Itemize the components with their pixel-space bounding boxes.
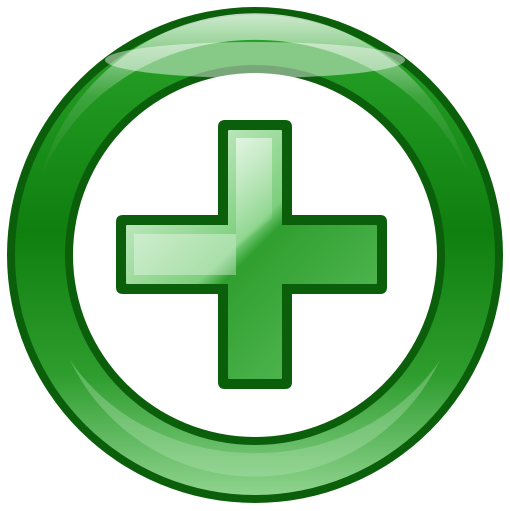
add-circle-icon [7, 7, 503, 503]
icon-canvas [0, 0, 510, 511]
